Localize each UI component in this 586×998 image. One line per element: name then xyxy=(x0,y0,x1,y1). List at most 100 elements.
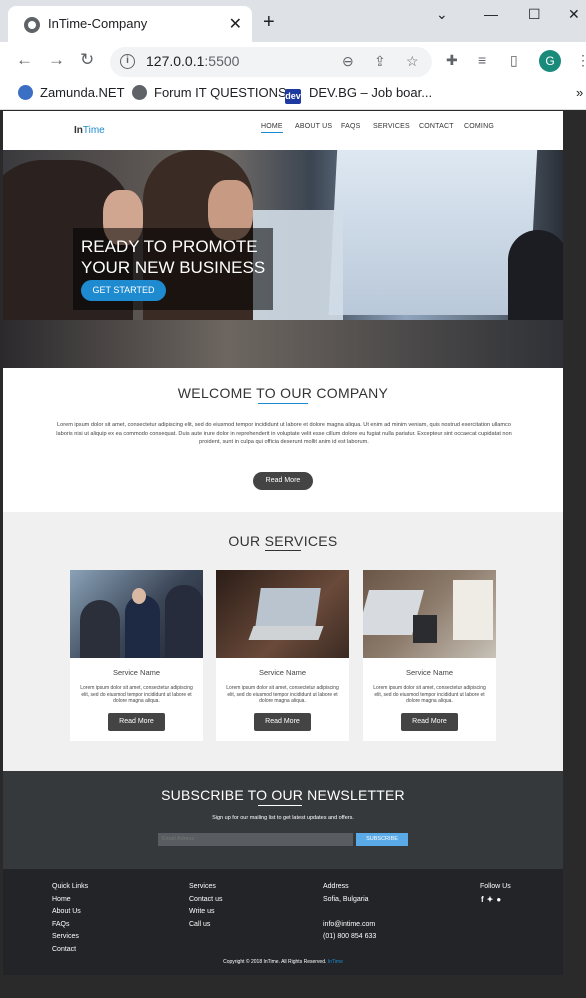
close-window-icon[interactable]: ✕ xyxy=(568,6,580,23)
footer-link-contact[interactable]: Contact xyxy=(52,944,88,957)
hero-banner: READY TO PROMOTE YOUR NEW BUSINESS GET ST… xyxy=(3,150,563,368)
service-read-more-button[interactable]: Read More xyxy=(254,713,311,731)
bookmarks-overflow[interactable]: » xyxy=(576,85,583,100)
service-name: Service Name xyxy=(258,668,307,677)
browser-tab[interactable]: InTime-Company ✕ xyxy=(8,6,252,42)
twitter-icon[interactable]: ✦ xyxy=(487,895,497,904)
service-image xyxy=(363,570,496,658)
footer-address: Address Sofia, Bulgaria info@intime.com … xyxy=(323,881,376,944)
services-underline xyxy=(265,550,301,551)
footer-address-city: Sofia, Bulgaria xyxy=(323,895,369,903)
footer-link-contact-us[interactable]: Contact us xyxy=(189,894,222,907)
newsletter-subtitle: Sign up for our mailing list to get late… xyxy=(212,815,354,821)
site-info-icon[interactable]: i xyxy=(120,54,135,69)
nav-services[interactable]: SERVICES xyxy=(373,123,410,130)
nav-contact[interactable]: CONTACT xyxy=(419,123,454,130)
tab-strip: InTime-Company ✕ + ⌄ — ☐ ✕ xyxy=(0,0,586,42)
zoom-icon[interactable]: ⊖ xyxy=(342,53,354,70)
nav-home[interactable]: HOME xyxy=(261,123,283,133)
footer-link-services[interactable]: Services xyxy=(52,931,88,944)
github-icon[interactable]: ● xyxy=(496,895,504,904)
address-bar[interactable]: i 127.0.0.1:5500 ⊖ ⇪ ☆ xyxy=(110,47,432,77)
footer-heading: Address xyxy=(323,883,349,890)
share-icon[interactable]: ⇪ xyxy=(374,53,386,70)
site-logo[interactable]: InTime xyxy=(74,125,105,136)
footer-link-call-us[interactable]: Call us xyxy=(189,919,222,932)
maximize-icon[interactable]: ☐ xyxy=(528,6,541,23)
dev-icon: dev xyxy=(285,89,301,104)
hero-photo-desk xyxy=(3,320,563,368)
service-read-more-button[interactable]: Read More xyxy=(401,713,458,731)
welcome-title: WELCOME TO OUR COMPANY xyxy=(177,385,389,401)
extensions-icon[interactable]: ✚ xyxy=(446,52,458,69)
hero-heading: READY TO PROMOTE YOUR NEW BUSINESS xyxy=(81,237,266,277)
bookmarks-bar: Zamunda.NET Forum IT QUESTIONS dev DEV.BG… xyxy=(0,80,586,110)
menu-icon[interactable]: ⋮ xyxy=(576,52,586,69)
hero-photo-monitor xyxy=(328,150,538,315)
service-card: Service Name Lorem ipsum dolor sit amet,… xyxy=(216,570,349,741)
footer-heading: Services xyxy=(189,883,216,890)
welcome-text: Lorem ipsum dolor sit amet, consectetur … xyxy=(56,422,512,445)
newsletter-title: SUBSCRIBE TO OUR NEWSLETTER xyxy=(161,787,405,803)
email-input[interactable] xyxy=(158,833,353,846)
globe-icon xyxy=(24,17,40,33)
nav-coming[interactable]: COMING xyxy=(464,123,494,130)
newsletter-underline xyxy=(258,805,302,806)
site-footer: Quick Links Home About Us FAQs Services … xyxy=(3,869,563,975)
site-header: InTime HOME ABOUT US FAQS SERVICES CONTA… xyxy=(3,111,563,150)
footer-heading: Quick Links xyxy=(52,883,89,890)
reload-icon[interactable]: ↻ xyxy=(80,50,94,70)
bookmark-devbg[interactable]: dev DEV.BG – Job boar... xyxy=(285,85,432,104)
footer-link-home[interactable]: Home xyxy=(52,894,88,907)
footer-quick-links: Quick Links Home About Us FAQs Services … xyxy=(52,881,88,956)
browser-chrome: InTime-Company ✕ + ⌄ — ☐ ✕ ← → ↻ i 127.0… xyxy=(0,0,586,110)
tab-search-icon[interactable]: ⌄ xyxy=(436,6,448,23)
service-card: Service Name Lorem ipsum dolor sit amet,… xyxy=(70,570,203,741)
footer-follow: Follow Us xyxy=(480,881,511,894)
browser-toolbar: ← → ↻ i 127.0.0.1:5500 ⊖ ⇪ ☆ ✚ ≡ ▯ G ⋮ xyxy=(0,42,586,80)
footer-services: Services Contact us Write us Call us xyxy=(189,881,222,931)
service-name: Service Name xyxy=(112,668,161,677)
read-more-button[interactable]: Read More xyxy=(253,472,313,490)
service-card: Service Name Lorem ipsum dolor sit amet,… xyxy=(363,570,496,741)
url-text: 127.0.0.1:5500 xyxy=(146,53,240,69)
footer-heading: Follow Us xyxy=(480,883,511,890)
services-section: OUR SERVICES Service Name Lorem ipsum do… xyxy=(3,512,563,771)
bookmark-forum[interactable]: Forum IT QUESTIONS xyxy=(132,85,287,100)
service-text: Lorem ipsum dolor sit amet, consectetur … xyxy=(373,685,486,704)
tab-title: InTime-Company xyxy=(48,16,148,31)
service-text: Lorem ipsum dolor sit amet, consectetur … xyxy=(80,685,193,704)
globe-icon xyxy=(132,85,147,100)
footer-link-write-us[interactable]: Write us xyxy=(189,906,222,919)
back-icon[interactable]: ← xyxy=(16,50,33,70)
minimize-icon[interactable]: — xyxy=(484,6,498,22)
services-title: OUR SERVICES xyxy=(228,533,338,549)
side-panel-icon[interactable]: ▯ xyxy=(510,52,518,69)
subscribe-button[interactable]: SUBSCRIBE xyxy=(356,833,408,846)
hero-caption: READY TO PROMOTE YOUR NEW BUSINESS GET ST… xyxy=(73,228,273,310)
footer-link-faqs[interactable]: FAQs xyxy=(52,919,88,932)
bookmark-zamunda[interactable]: Zamunda.NET xyxy=(18,85,125,100)
service-read-more-button[interactable]: Read More xyxy=(108,713,165,731)
close-tab-icon[interactable]: ✕ xyxy=(229,14,242,34)
footer-link-about[interactable]: About Us xyxy=(52,906,88,919)
nav-faqs[interactable]: FAQS xyxy=(341,123,360,130)
service-image xyxy=(70,570,203,658)
footer-phone: (01) 800 854 633 xyxy=(323,933,377,940)
service-text: Lorem ipsum dolor sit amet, consectetur … xyxy=(226,685,339,704)
welcome-underline xyxy=(258,403,308,404)
web-page: InTime HOME ABOUT US FAQS SERVICES CONTA… xyxy=(3,111,563,975)
service-name: Service Name xyxy=(405,668,454,677)
profile-avatar[interactable]: G xyxy=(539,50,561,72)
forward-icon[interactable]: → xyxy=(48,50,65,70)
newsletter-section: SUBSCRIBE TO OUR NEWSLETTER Sign up for … xyxy=(3,771,563,869)
service-image xyxy=(216,570,349,658)
nav-about[interactable]: ABOUT US xyxy=(295,123,332,130)
new-tab-icon[interactable]: + xyxy=(263,12,275,32)
footer-email[interactable]: info@intime.com xyxy=(323,919,376,932)
social-icons: f✦● xyxy=(481,895,504,904)
media-icon[interactable]: ≡ xyxy=(478,52,486,68)
bookmark-star-icon[interactable]: ☆ xyxy=(406,53,419,70)
get-started-button[interactable]: GET STARTED xyxy=(81,280,166,301)
copyright: Copyright © 2018 InTime. All Rights Rese… xyxy=(223,959,343,965)
